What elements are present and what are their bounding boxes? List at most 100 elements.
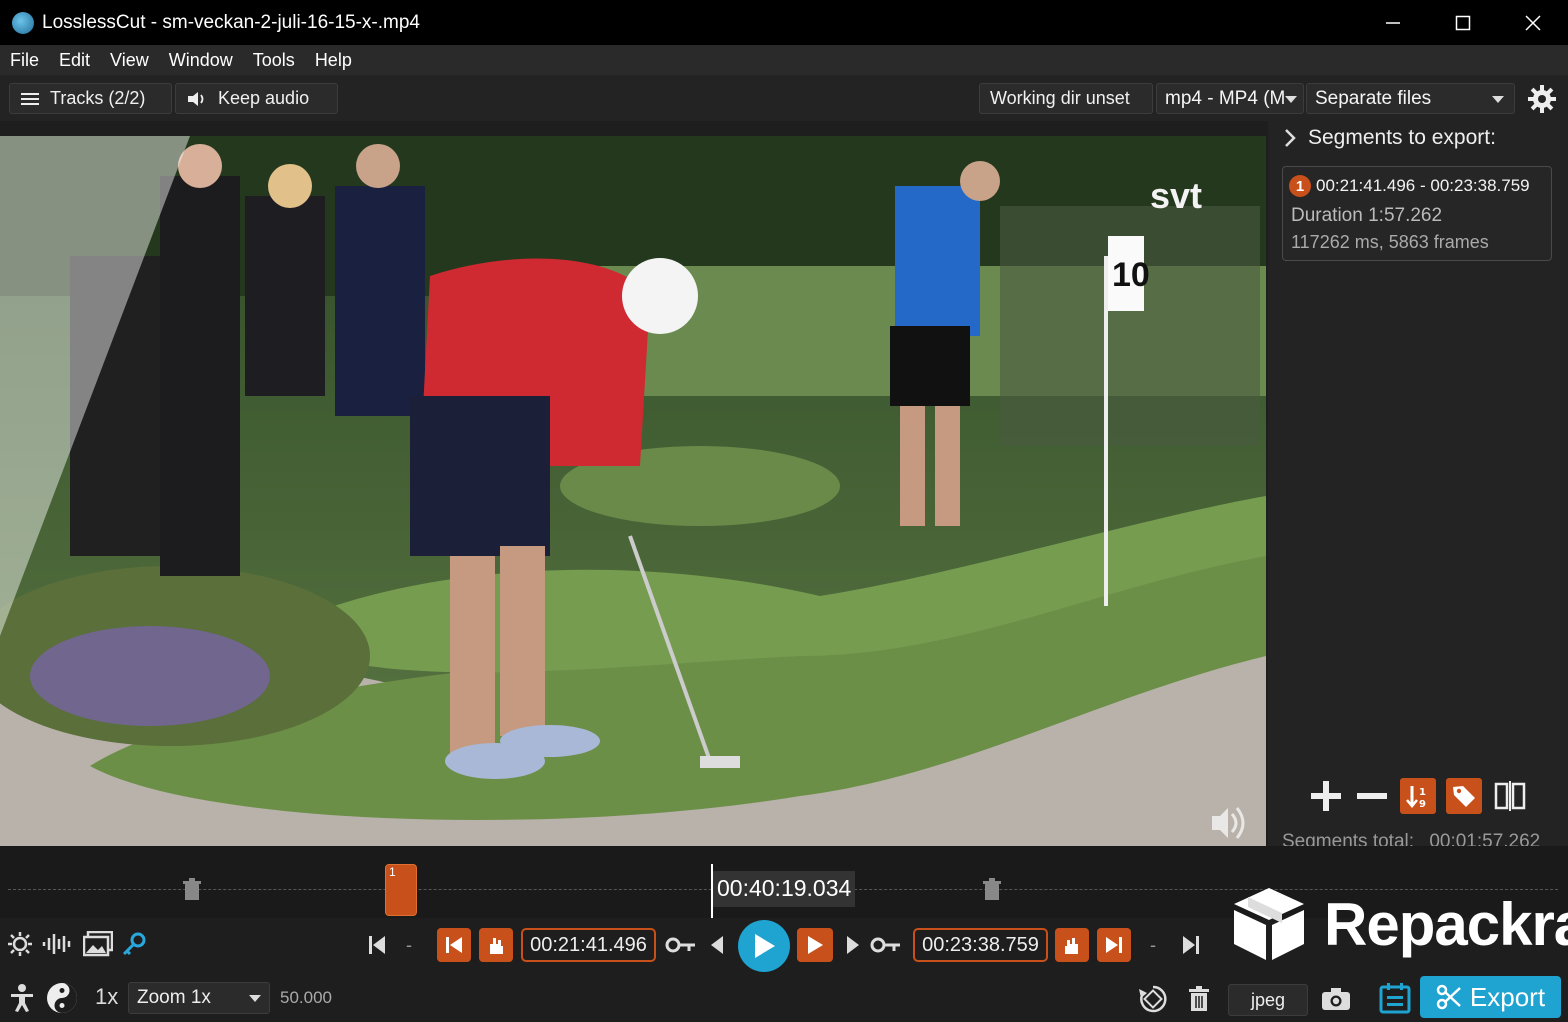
hand-icon — [1065, 938, 1078, 954]
calendar-list-icon — [1379, 983, 1411, 1014]
app-icon — [12, 11, 34, 34]
dash-separator: - — [406, 934, 412, 955]
prev-frame-button[interactable] — [706, 932, 728, 958]
hand-icon — [490, 938, 503, 954]
brightness-button[interactable] — [6, 930, 34, 958]
plus-icon — [1311, 781, 1341, 811]
delete-source-button[interactable] — [1186, 984, 1212, 1014]
menu-help[interactable]: Help — [305, 50, 362, 71]
key-icon — [665, 937, 695, 953]
remove-segment-button[interactable] — [1354, 778, 1390, 814]
export-label: Export — [1469, 981, 1546, 1012]
reorder-segments-button[interactable]: 19 — [1400, 778, 1436, 814]
camera-icon — [1322, 988, 1350, 1010]
theme-toggle-button[interactable] — [44, 980, 80, 1016]
tracks-button[interactable]: Tracks (2/2) — [9, 83, 172, 114]
export-button[interactable]: Export — [1420, 976, 1561, 1018]
speaker-icon — [188, 91, 204, 106]
segment-marker[interactable]: 1 — [385, 864, 417, 916]
video-player[interactable]: 10 svt — [0, 136, 1266, 846]
maximize-icon — [1455, 15, 1471, 30]
segment-duration: Duration 1:57.262 — [1291, 205, 1443, 226]
working-dir-label: Working dir unset — [990, 88, 1130, 108]
window-title: LosslessCut - sm-veckan-2-juli-16-15-x-.… — [42, 11, 420, 33]
segments-header[interactable]: Segments to export: — [1284, 126, 1496, 150]
top-toolbar: Tracks (2/2) Keep audio Working dir unse… — [0, 75, 1568, 121]
jump-end-button[interactable] — [1180, 932, 1202, 958]
segment-tools: 19 — [1308, 778, 1528, 814]
jump-start-button[interactable] — [366, 932, 388, 958]
menu-file[interactable]: File — [0, 50, 49, 71]
output-mode-value: Separate files — [1315, 87, 1432, 109]
tag-icon — [1453, 786, 1475, 807]
add-segment-button[interactable] — [1308, 778, 1344, 814]
play-icon — [808, 936, 823, 954]
zoom-select[interactable]: Zoom 1x — [128, 982, 270, 1014]
settings-button[interactable] — [1526, 83, 1558, 115]
format-value: mp4 - MP4 (M — [1165, 87, 1286, 109]
segments-header-label: Segments to export: — [1308, 126, 1496, 149]
chevron-right-icon — [1285, 129, 1296, 147]
watermark: Repackra — [1228, 884, 1568, 964]
working-dir-button[interactable]: Working dir unset — [979, 83, 1153, 114]
video-frame-illustration: 10 svt — [0, 136, 1266, 846]
trash-icon — [1189, 986, 1209, 1011]
menu-view[interactable]: View — [100, 50, 159, 71]
chevron-down-icon — [249, 995, 261, 1002]
dash-separator: - — [1150, 934, 1156, 955]
waveform-button[interactable] — [42, 930, 74, 958]
sun-icon — [8, 932, 32, 956]
box-logo-icon — [1234, 888, 1304, 960]
segment-range: 00:21:41.496 - 00:23:38.759 — [1316, 176, 1530, 195]
set-cut-end-button[interactable] — [1055, 928, 1089, 962]
segments-panel: Segments to export: 1 00:21:41.496 - 00:… — [1268, 121, 1568, 861]
cut-end-time-input[interactable]: 00:23:38.759 — [913, 928, 1048, 962]
play-selection-button[interactable] — [797, 928, 833, 962]
menu-tools[interactable]: Tools — [243, 50, 305, 71]
label-segment-button[interactable] — [1446, 778, 1482, 814]
play-icon — [755, 934, 775, 958]
close-button[interactable] — [1498, 0, 1568, 45]
watermark-text: Repackra — [1324, 890, 1568, 958]
thumbnails-button[interactable] — [82, 930, 114, 958]
trash-icon[interactable] — [982, 878, 1002, 902]
trash-icon[interactable] — [182, 878, 202, 902]
capture-format-select[interactable]: jpeg — [1228, 984, 1308, 1016]
keyframes-button[interactable] — [120, 930, 148, 958]
set-cut-start-button[interactable] — [479, 928, 513, 962]
split-segment-button[interactable] — [1492, 778, 1528, 814]
segment-item[interactable]: 1 00:21:41.496 - 00:23:38.759 Duration 1… — [1282, 166, 1552, 261]
segment-marker-number: 1 — [389, 865, 396, 879]
output-mode-select[interactable]: Separate files — [1306, 83, 1515, 114]
rotate-icon — [1139, 985, 1167, 1013]
jump-cut-start-button[interactable] — [437, 928, 471, 962]
menu-edit[interactable]: Edit — [49, 50, 100, 71]
next-frame-button[interactable] — [842, 932, 864, 958]
images-icon — [83, 931, 113, 957]
segment-number-badge: 1 — [1289, 175, 1311, 197]
minus-icon — [1357, 793, 1387, 799]
minimize-button[interactable] — [1358, 0, 1428, 45]
format-select[interactable]: mp4 - MP4 (M — [1156, 83, 1304, 114]
segment-frames: 117262 ms, 5863 frames — [1291, 232, 1489, 252]
rotate-button[interactable] — [1136, 982, 1170, 1016]
sort-icon: 19 — [1406, 786, 1426, 809]
svt-logo: svt — [1150, 175, 1202, 216]
next-keyframe-button[interactable] — [870, 932, 902, 958]
maximize-button[interactable] — [1428, 0, 1498, 45]
menu-window[interactable]: Window — [159, 50, 243, 71]
cut-start-time-input[interactable]: 00:21:41.496 — [521, 928, 656, 962]
export-options-button[interactable] — [1378, 980, 1412, 1016]
jump-cut-end-button[interactable] — [1097, 928, 1131, 962]
accessibility-button[interactable] — [8, 982, 36, 1014]
chevron-down-icon — [1492, 96, 1504, 103]
split-icon — [1494, 781, 1526, 811]
capture-frame-button[interactable] — [1320, 984, 1352, 1014]
play-button[interactable] — [738, 920, 790, 972]
prev-keyframe-button[interactable] — [665, 932, 697, 958]
svg-text:1: 1 — [1419, 787, 1426, 798]
skip-end-icon — [1106, 937, 1122, 953]
keep-audio-button[interactable]: Keep audio — [175, 83, 338, 114]
playback-speed[interactable]: 1x — [95, 984, 118, 1010]
caret-left-icon — [711, 936, 723, 954]
